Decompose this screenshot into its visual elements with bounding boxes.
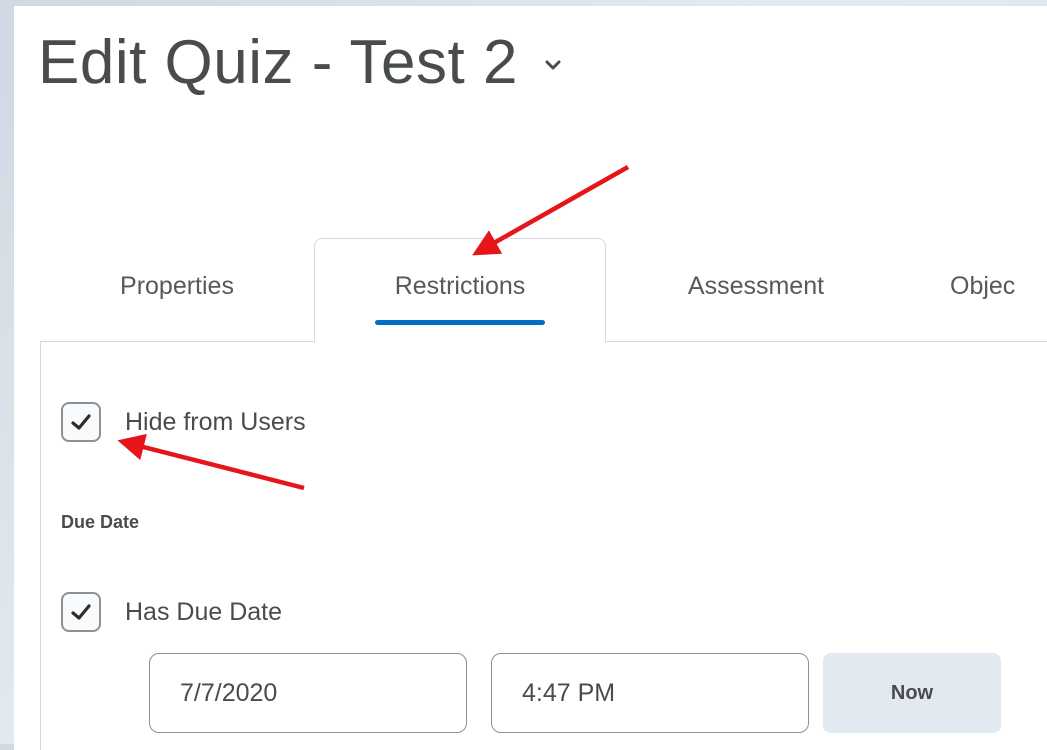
tab-label: Restrictions xyxy=(394,272,526,300)
hide-from-users-option[interactable]: Hide from Users xyxy=(61,402,306,442)
chevron-down-icon[interactable] xyxy=(540,53,566,79)
has-due-date-checkbox[interactable] xyxy=(61,592,101,632)
due-date-input[interactable]: 7/7/2020 xyxy=(149,653,467,733)
now-button[interactable]: Now xyxy=(823,653,1001,733)
page-title: Edit Quiz - Test 2 xyxy=(38,28,518,97)
hide-from-users-checkbox[interactable] xyxy=(61,402,101,442)
checkmark-icon xyxy=(71,414,91,430)
tab-label: Properties xyxy=(120,271,234,300)
due-time-input[interactable]: 4:47 PM xyxy=(491,653,809,733)
title-row: Edit Quiz - Test 2 xyxy=(38,32,566,94)
tab-label: Objec xyxy=(950,271,1016,300)
due-date-heading: Due Date xyxy=(61,512,140,532)
page-surface: Edit Quiz - Test 2 Properties Restrictio… xyxy=(14,6,1047,750)
tab-objectives[interactable]: Objec xyxy=(906,238,1047,342)
checkmark-icon xyxy=(71,604,91,620)
tab-restrictions[interactable]: Restrictions xyxy=(314,238,606,342)
tab-label: Assessment xyxy=(687,271,825,300)
tab-list: Properties Restrictions Assessment Objec xyxy=(40,238,1047,342)
restrictions-panel: Hide from Users Due Date Has Due Date 7/… xyxy=(40,341,1047,750)
tab-assessment[interactable]: Assessment xyxy=(606,238,906,342)
hide-from-users-label: Hide from Users xyxy=(125,407,306,436)
tab-properties[interactable]: Properties xyxy=(40,238,314,342)
active-tab-indicator xyxy=(375,320,545,325)
has-due-date-label: Has Due Date xyxy=(125,597,283,626)
has-due-date-option[interactable]: Has Due Date xyxy=(61,592,282,632)
